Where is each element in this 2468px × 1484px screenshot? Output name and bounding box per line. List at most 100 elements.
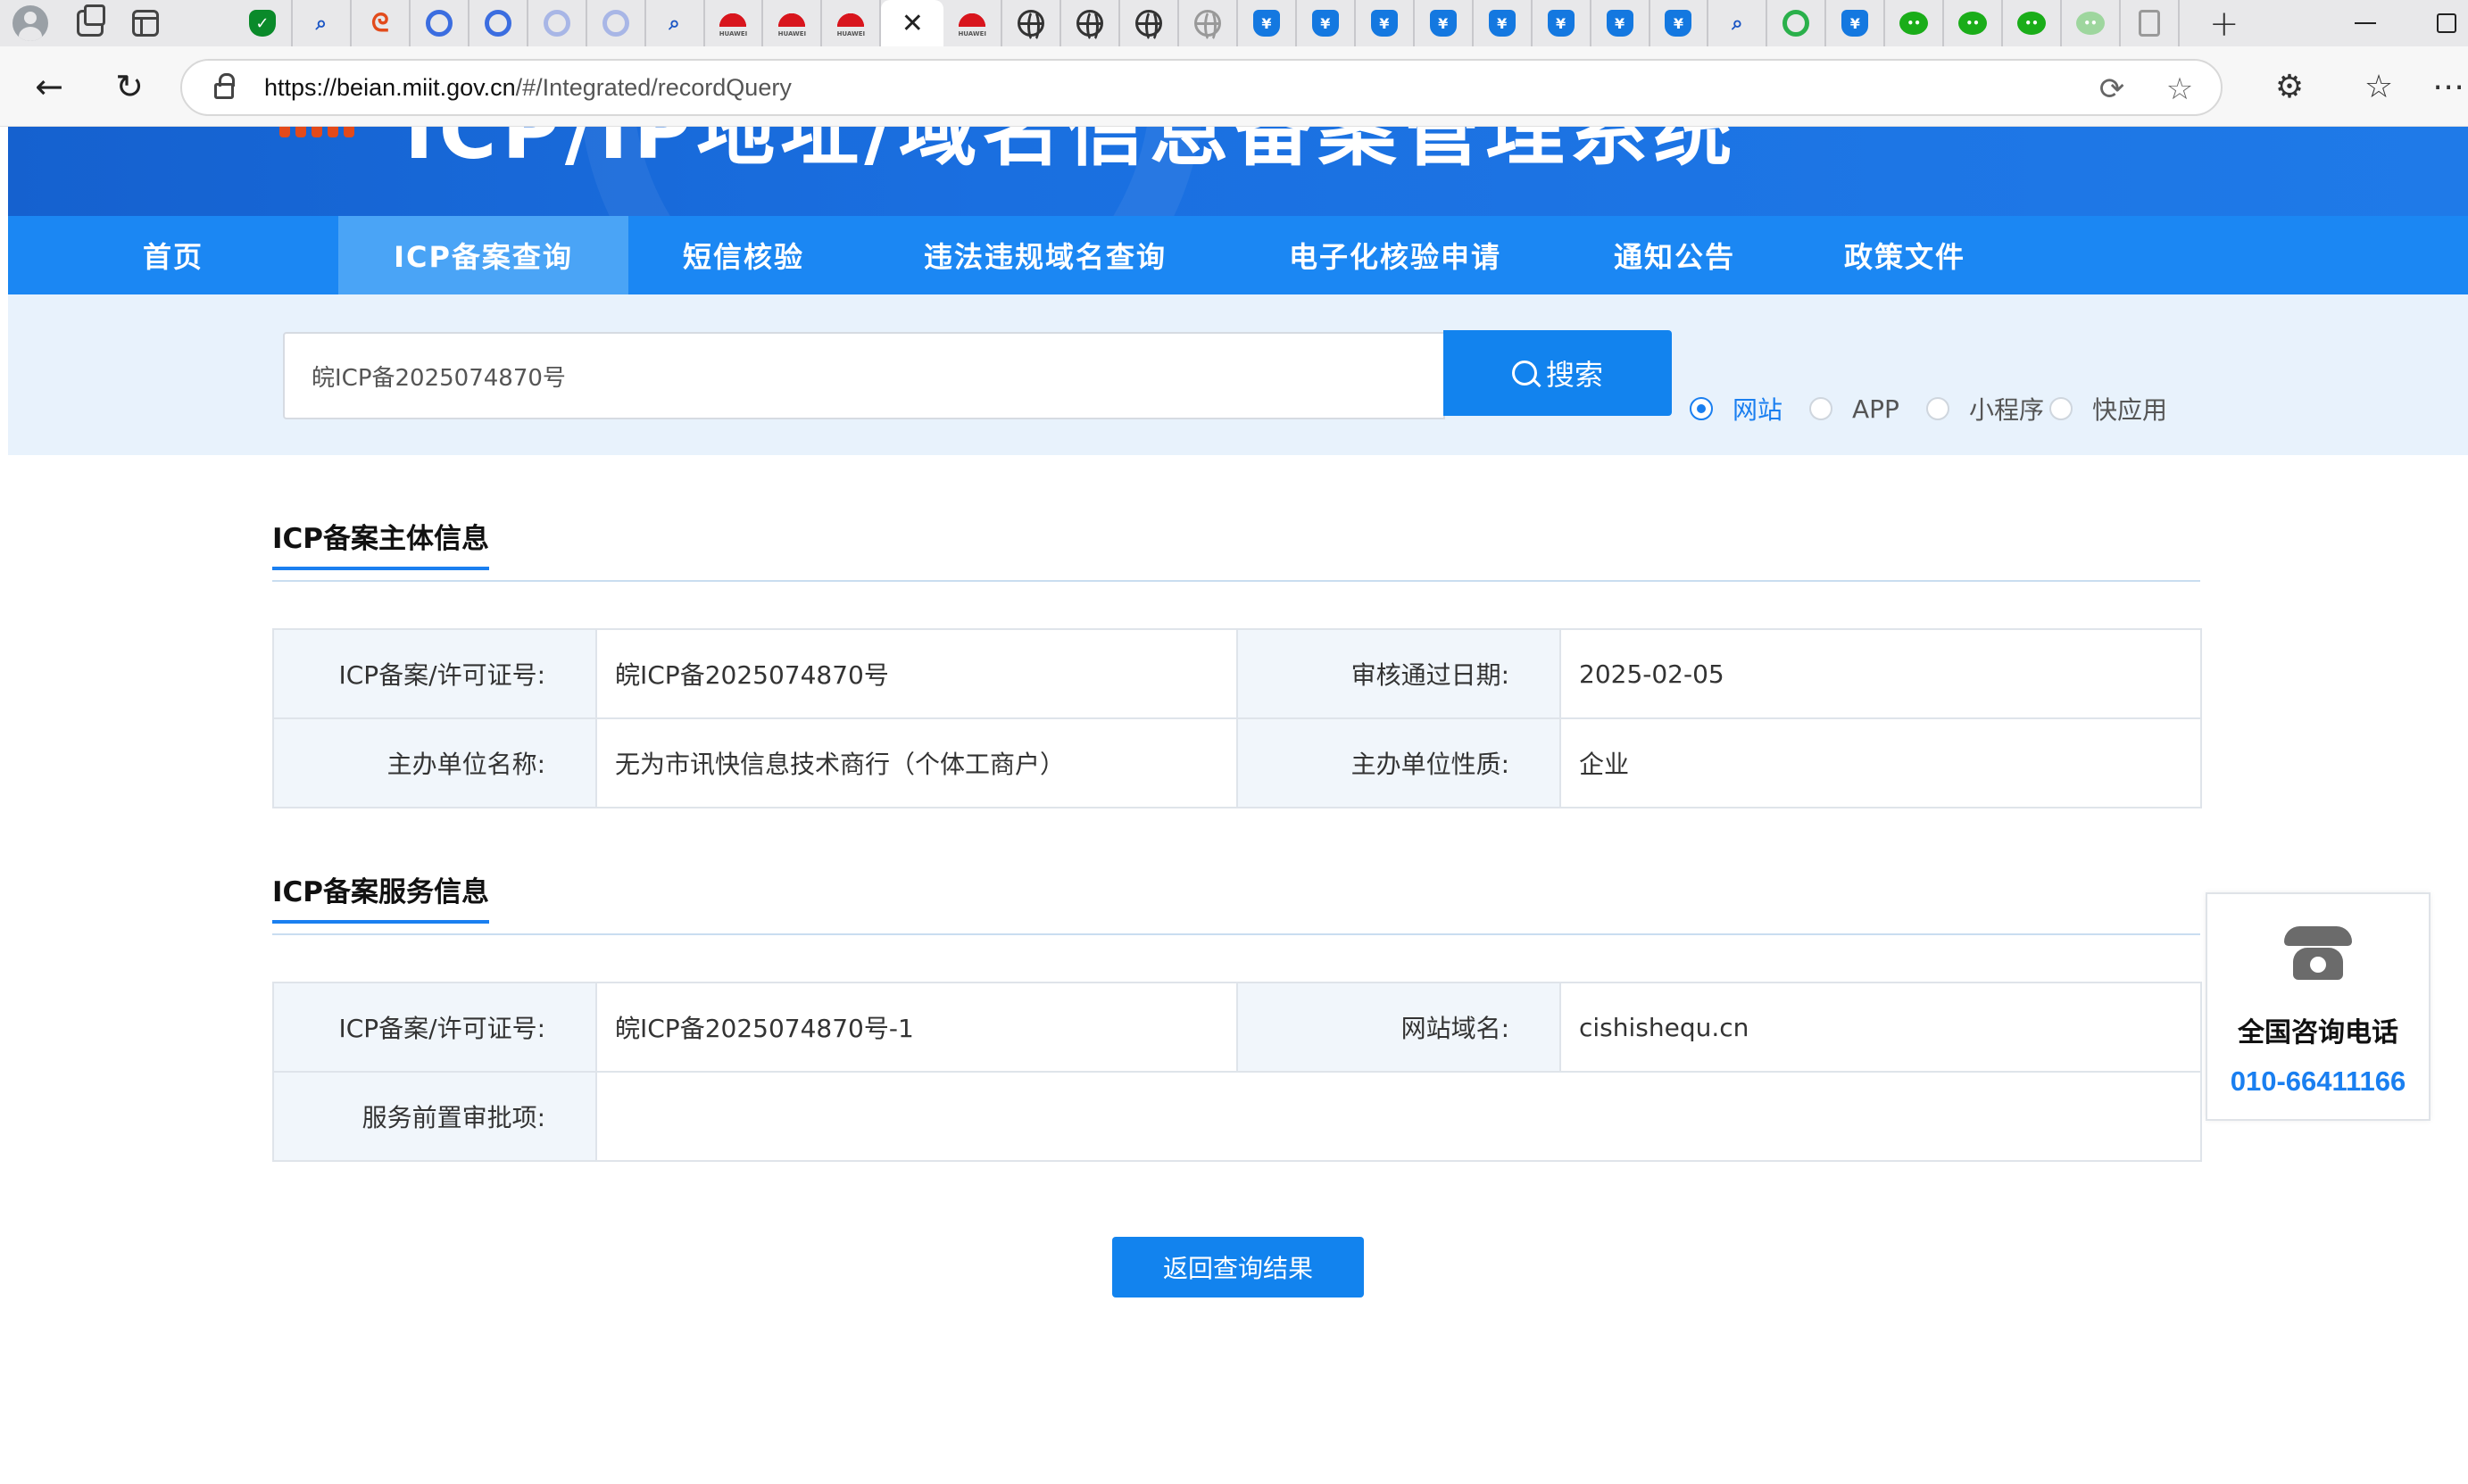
tab[interactable] xyxy=(1061,0,1121,46)
maximize-window-icon[interactable] xyxy=(2437,0,2456,46)
search-button-label: 搜索 xyxy=(1545,358,1603,392)
nav-item-sms-verify[interactable]: 短信核验 xyxy=(628,216,859,294)
tab[interactable]: ⌕ xyxy=(293,0,352,46)
tab[interactable] xyxy=(1120,0,1179,46)
reload-icon[interactable]: ↻ xyxy=(107,64,152,109)
nav-item-icp-query[interactable]: ICP备案查询 xyxy=(338,216,628,294)
search-favicon-icon: ⌕ xyxy=(315,12,328,35)
back-to-results-button[interactable]: 返回查询结果 xyxy=(1112,1237,1364,1297)
tab[interactable]: ¥ xyxy=(1826,0,1886,46)
tab[interactable]: •• xyxy=(1944,0,2004,46)
section-title-subject: ICP备案主体信息 xyxy=(272,516,490,570)
tab-active[interactable]: ✕ xyxy=(881,0,944,46)
tab[interactable]: •• xyxy=(1885,0,1945,46)
beian-favicon-icon: ¥ xyxy=(1311,10,1339,37)
tab[interactable]: ✓ xyxy=(234,0,293,46)
favorites-list-icon[interactable]: ☆ xyxy=(2356,64,2401,109)
tab[interactable] xyxy=(2121,0,2180,46)
search-input[interactable]: 皖ICP备2025074870号 xyxy=(283,332,1445,419)
tab[interactable] xyxy=(1002,0,1062,46)
tab[interactable] xyxy=(822,0,882,46)
tab[interactable]: ¥ xyxy=(1415,0,1474,46)
radio-checked-icon xyxy=(1690,397,1713,420)
radio-mini-program[interactable]: 小程序 xyxy=(1925,391,2044,427)
main-nav: 首页 ICP备案查询 短信核验 违法违规域名查询 电子化核验申请 通知公告 政策… xyxy=(8,216,2468,294)
nav-item-home[interactable]: 首页 xyxy=(8,216,338,294)
tab[interactable] xyxy=(1767,0,1827,46)
globe-favicon-icon xyxy=(1076,10,1104,42)
radio-app[interactable]: APP xyxy=(1809,394,1899,424)
radio-quick-app[interactable]: 快应用 xyxy=(2048,391,2167,427)
tab[interactable] xyxy=(587,0,646,46)
back-arrow-icon[interactable]: ← xyxy=(27,64,71,109)
tab[interactable]: ¥ xyxy=(1474,0,1533,46)
tab[interactable] xyxy=(528,0,587,46)
nav-item-illegal-domain[interactable]: 违法违规域名查询 xyxy=(859,216,1232,294)
globe-favicon-icon xyxy=(1193,10,1221,42)
globe-favicon-icon xyxy=(1135,10,1163,42)
tab[interactable]: ¥ xyxy=(1591,0,1650,46)
tab-list: ✓ ⌕ ᘓ ⌕ ✕ ¥ ¥ ¥ ¥ ¥ ¥ ¥ ¥ ⌕ ¥ •• •• •• •… xyxy=(234,0,2180,46)
tab[interactable] xyxy=(1179,0,1238,46)
web-page: ICP/IP地址/域名信息备案管理系统 首页 ICP备案查询 短信核验 违法违规… xyxy=(8,127,2468,1484)
tab[interactable]: ¥ xyxy=(1356,0,1415,46)
nav-item-notices[interactable]: 通知公告 xyxy=(1558,216,1791,294)
pre-approval-value xyxy=(595,1071,2202,1162)
ring-favicon-icon xyxy=(484,10,511,37)
tab[interactable] xyxy=(763,0,823,46)
vertical-tabs-icon[interactable] xyxy=(132,10,159,37)
wechat-favicon-icon: •• xyxy=(2017,12,2047,35)
wechat-favicon-icon: •• xyxy=(1899,12,1929,35)
tab[interactable]: ¥ xyxy=(1650,0,1709,46)
workspaces-icon[interactable] xyxy=(77,4,105,37)
tab[interactable]: ¥ xyxy=(1533,0,1591,46)
tab[interactable]: ¥ xyxy=(1238,0,1297,46)
tab[interactable]: •• xyxy=(2003,0,2063,46)
url-field[interactable]: https://beian.miit.gov.cn/#/Integrated/r… xyxy=(180,59,2223,116)
read-aloud-icon[interactable]: ⟳ xyxy=(2096,71,2128,107)
license-value: 皖ICP备2025074870号 xyxy=(595,628,1238,719)
profile-avatar-icon[interactable] xyxy=(12,5,48,41)
tab[interactable] xyxy=(411,0,470,46)
beian-favicon-icon: ¥ xyxy=(1488,10,1516,37)
radio-label: 快应用 xyxy=(2091,395,2167,425)
minimize-window-icon[interactable] xyxy=(2355,0,2376,46)
tab[interactable]: •• xyxy=(2062,0,2121,46)
query-type-radios: 网站 APP 小程序 快应用 xyxy=(1690,391,2194,427)
org-nature-label: 主办单位性质: xyxy=(1236,717,1561,808)
tab[interactable]: ⌕ xyxy=(646,0,705,46)
beian-favicon-icon: ¥ xyxy=(1841,10,1869,37)
tab[interactable] xyxy=(705,0,764,46)
lock-icon[interactable] xyxy=(214,73,235,99)
search-icon xyxy=(1511,361,1537,386)
url-text: https://beian.miit.gov.cn/#/Integrated/r… xyxy=(264,74,792,102)
extensions-puzzle-icon[interactable]: ⚙ xyxy=(2267,64,2312,109)
huawei-favicon-icon xyxy=(773,9,810,37)
close-tab-icon[interactable]: ✕ xyxy=(902,8,924,39)
ring-favicon-icon xyxy=(425,10,453,37)
contact-widget[interactable]: 全国咨询电话 010-66411166 xyxy=(2206,892,2431,1121)
tab[interactable] xyxy=(470,0,528,46)
table-row: ICP备案/许可证号: 皖ICP备2025074870号-1 网站域名: cis… xyxy=(272,982,2202,1073)
new-tab-plus-icon[interactable]: + xyxy=(2209,4,2239,45)
browser-tab-strip: ✓ ⌕ ᘓ ⌕ ✕ ¥ ¥ ¥ ¥ ¥ ¥ ¥ ¥ ⌕ ¥ •• •• •• •… xyxy=(0,0,2468,46)
search-button[interactable]: 搜索 xyxy=(1443,330,1672,416)
radio-unchecked-icon xyxy=(2048,397,2073,420)
radio-website[interactable]: 网站 xyxy=(1690,391,1782,427)
nav-item-policies[interactable]: 政策文件 xyxy=(1791,216,2019,294)
tab[interactable]: ¥ xyxy=(1297,0,1356,46)
beian-favicon-icon: ¥ xyxy=(1252,10,1280,37)
approval-date-value: 2025-02-05 xyxy=(1559,628,2202,719)
nav-item-e-verify[interactable]: 电子化核验申请 xyxy=(1232,216,1558,294)
more-menu-icon[interactable]: ⋯ xyxy=(2426,64,2468,109)
site-banner: ICP/IP地址/域名信息备案管理系统 xyxy=(8,127,2468,216)
wechat-favicon-icon: •• xyxy=(2076,12,2106,35)
beian-favicon-icon: ¥ xyxy=(1429,10,1457,37)
favorite-star-icon[interactable]: ☆ xyxy=(2164,71,2196,107)
domain-label: 网站域名: xyxy=(1236,982,1561,1073)
loop-favicon-icon xyxy=(1782,10,1810,37)
tab[interactable]: ⌕ xyxy=(1708,0,1768,46)
tab[interactable]: ᘓ xyxy=(352,0,411,46)
tab[interactable] xyxy=(943,0,1003,46)
table-row: 主办单位名称: 无为市讯快信息技术商行（个体工商户） 主办单位性质: 企业 xyxy=(272,717,2202,808)
